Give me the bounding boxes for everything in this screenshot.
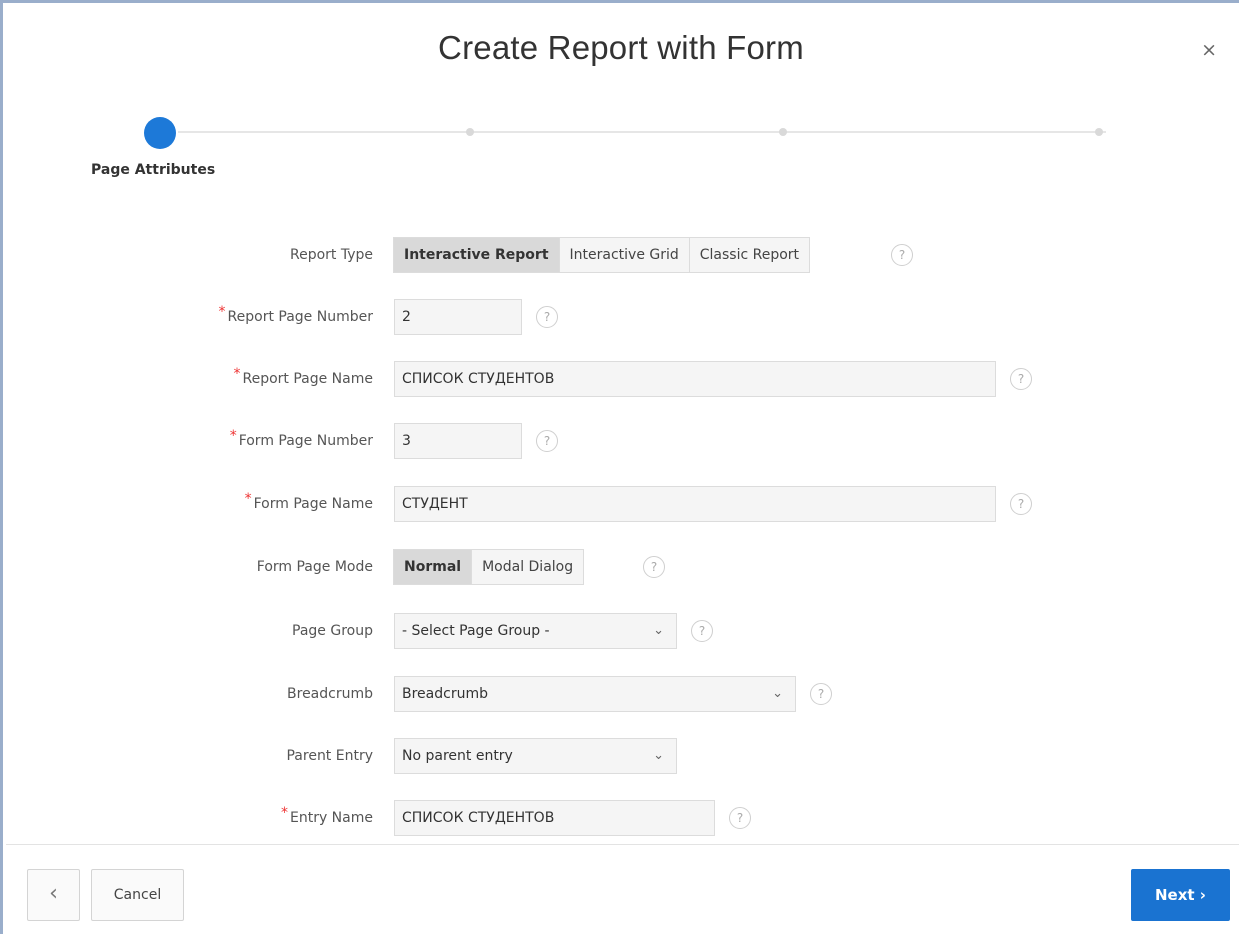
progress-line xyxy=(178,131,1106,133)
entry-name-input[interactable]: СПИСОК СТУДЕНТОВ xyxy=(394,800,715,836)
next-button[interactable]: Next › xyxy=(1131,869,1230,921)
report-page-number-help-icon[interactable]: ? xyxy=(536,306,558,328)
form-page-number-help-icon[interactable]: ? xyxy=(536,430,558,452)
create-report-dialog: Create Report with Form × Page Attribute… xyxy=(0,0,1239,934)
report-type-label: Report Type xyxy=(289,247,373,263)
form-page-mode-normal[interactable]: Normal xyxy=(393,549,473,585)
breadcrumb-select[interactable]: Breadcrumb ⌄ xyxy=(394,676,796,712)
page-group-value: - Select Page Group - xyxy=(402,623,550,639)
form-page-name-help-icon[interactable]: ? xyxy=(1010,493,1032,515)
breadcrumb-value: Breadcrumb xyxy=(402,686,488,702)
cancel-button[interactable]: Cancel xyxy=(91,869,184,921)
report-type-help-icon[interactable]: ? xyxy=(891,244,913,266)
parent-entry-value: No parent entry xyxy=(402,748,513,764)
parent-entry-select[interactable]: No parent entry ⌄ xyxy=(394,738,677,774)
report-page-number-input[interactable]: 2 xyxy=(394,299,522,335)
step-3-indicator xyxy=(779,128,787,136)
wizard-progress: Page Attributes xyxy=(3,108,1239,188)
chevron-down-icon: ⌄ xyxy=(653,623,664,638)
required-marker: * xyxy=(218,304,226,320)
form-page-name-row: * Form Page Name xyxy=(3,486,373,524)
entry-name-label: * Entry Name xyxy=(280,805,373,826)
report-page-number-label: * Report Page Number xyxy=(218,304,373,325)
back-button[interactable]: ‹ xyxy=(27,869,80,921)
current-step-label: Page Attributes xyxy=(91,162,216,178)
breadcrumb-label: Breadcrumb xyxy=(287,686,373,702)
form-page-name-input[interactable]: СТУДЕНТ xyxy=(394,486,996,522)
report-page-name-row: * Report Page Name xyxy=(3,361,373,399)
step-2-indicator xyxy=(466,128,474,136)
page-group-row: Page Group xyxy=(3,613,373,651)
dialog-title: Create Report with Form xyxy=(438,29,804,66)
form-page-number-row: * Form Page Number xyxy=(3,423,373,461)
form-page-mode-modal-dialog[interactable]: Modal Dialog xyxy=(471,549,585,585)
report-page-name-input[interactable]: СПИСОК СТУДЕНТОВ xyxy=(394,361,996,397)
chevron-down-icon: ⌄ xyxy=(772,686,783,701)
footer-divider xyxy=(6,844,1239,845)
breadcrumb-help-icon[interactable]: ? xyxy=(810,683,832,705)
report-page-name-label: * Report Page Name xyxy=(233,366,373,387)
close-icon[interactable]: × xyxy=(1201,39,1217,61)
page-group-select[interactable]: - Select Page Group - ⌄ xyxy=(394,613,677,649)
step-4-indicator xyxy=(1095,128,1103,136)
required-marker: * xyxy=(280,805,288,821)
report-type-row: Report Type xyxy=(3,237,373,275)
breadcrumb-row: Breadcrumb xyxy=(3,676,373,714)
form-page-mode-help-icon[interactable]: ? xyxy=(643,556,665,578)
parent-entry-row: Parent Entry xyxy=(3,738,373,776)
report-type-segmented-control: Interactive Report Interactive Grid Clas… xyxy=(393,237,811,273)
form-page-number-input[interactable]: 3 xyxy=(394,423,522,459)
required-marker: * xyxy=(233,366,241,382)
form-page-mode-row: Form Page Mode xyxy=(3,549,373,587)
report-type-classic-report[interactable]: Classic Report xyxy=(688,237,811,273)
form-page-mode-segmented-control: Normal Modal Dialog xyxy=(393,549,585,585)
report-page-number-row: * Report Page Number xyxy=(3,299,373,337)
required-marker: * xyxy=(244,491,252,507)
report-page-name-help-icon[interactable]: ? xyxy=(1010,368,1032,390)
step-1-indicator xyxy=(144,117,176,149)
page-group-label: Page Group xyxy=(292,623,373,639)
required-marker: * xyxy=(229,428,237,444)
chevron-down-icon: ⌄ xyxy=(653,748,664,763)
report-type-interactive-report[interactable]: Interactive Report xyxy=(393,237,560,273)
parent-entry-label: Parent Entry xyxy=(286,748,373,764)
page-group-help-icon[interactable]: ? xyxy=(691,620,713,642)
form-page-mode-label: Form Page Mode xyxy=(256,559,373,575)
form-page-name-label: * Form Page Name xyxy=(244,491,373,512)
entry-name-help-icon[interactable]: ? xyxy=(729,807,751,829)
entry-name-row: * Entry Name xyxy=(3,800,373,838)
form-page-number-label: * Form Page Number xyxy=(229,428,373,449)
report-type-interactive-grid[interactable]: Interactive Grid xyxy=(558,237,690,273)
